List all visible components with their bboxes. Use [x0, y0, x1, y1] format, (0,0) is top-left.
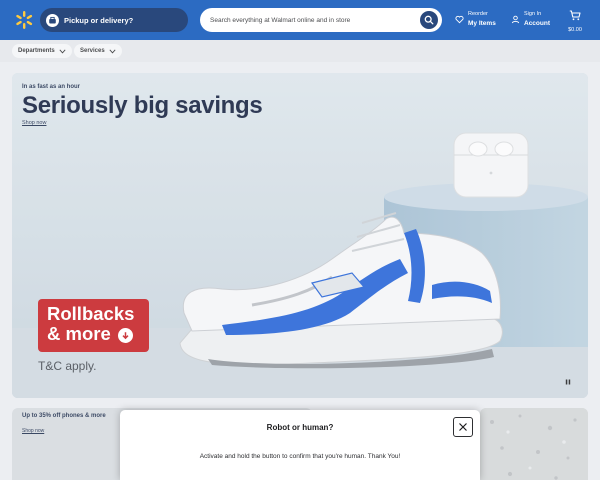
dialog-close-button[interactable] [453, 417, 473, 437]
search-bar [200, 8, 442, 32]
services-dropdown[interactable]: Services [74, 44, 122, 58]
hero-banner[interactable]: In as fast as an hour Seriously big savi… [12, 73, 588, 398]
account-link[interactable]: Sign In Account [511, 9, 550, 29]
search-input[interactable] [210, 16, 410, 24]
pickup-icon [46, 13, 59, 27]
pickup-label: Pickup or delivery? [64, 15, 134, 25]
search-icon [424, 15, 434, 25]
hero-headline: Seriously big savings [22, 92, 263, 119]
rollbacks-line2: & more [47, 323, 111, 344]
cart-icon [569, 10, 581, 21]
dialog-message: Activate and hold the button to confirm … [199, 453, 401, 460]
services-label: Services [80, 48, 105, 54]
reorder-my-items-link[interactable]: Reorder My Items [455, 9, 496, 29]
rollbacks-badge: Rollbacks & more [38, 299, 149, 352]
account-label: Account [524, 20, 550, 27]
promo-tile-title: Up to 35% off phones & more [22, 413, 106, 419]
chevron-down-icon [109, 48, 116, 53]
cart-amount: $0.00 [568, 27, 582, 33]
robot-check-dialog: Robot or human? Activate and hold the bu… [120, 410, 480, 480]
departments-dropdown[interactable]: Departments [12, 44, 72, 58]
rollbacks-line1: Rollbacks [47, 303, 135, 324]
secondary-nav: Departments Services [0, 40, 600, 62]
terms-apply-text: T&C apply. [38, 359, 97, 373]
terrazzo-texture-image [480, 408, 588, 480]
spark-logo-icon[interactable] [14, 10, 34, 30]
heart-icon [455, 15, 464, 23]
reorder-label: Reorder [468, 11, 488, 17]
promo-tile-shop-link[interactable]: Shop now [22, 428, 44, 434]
site-header: Pickup or delivery? Reorder My Items Sig… [0, 0, 600, 40]
pause-carousel-button[interactable] [562, 376, 574, 388]
arrow-down-circle-icon [117, 327, 133, 343]
pickup-delivery-button[interactable]: Pickup or delivery? [40, 8, 188, 32]
chevron-down-icon [59, 48, 66, 53]
sign-in-label: Sign In [524, 11, 542, 17]
my-items-label: My Items [468, 20, 496, 27]
close-icon [459, 423, 467, 431]
search-button[interactable] [420, 11, 438, 29]
cart-button[interactable]: $0.00 [564, 8, 586, 33]
user-icon [511, 15, 520, 23]
dialog-title: Robot or human? [266, 423, 334, 432]
hero-eyebrow: In as fast as an hour [22, 84, 81, 90]
departments-label: Departments [18, 48, 55, 54]
promo-tile-texture[interactable] [480, 408, 588, 480]
hero-shop-now-link[interactable]: Shop now [22, 120, 46, 126]
pause-icon [565, 379, 571, 385]
